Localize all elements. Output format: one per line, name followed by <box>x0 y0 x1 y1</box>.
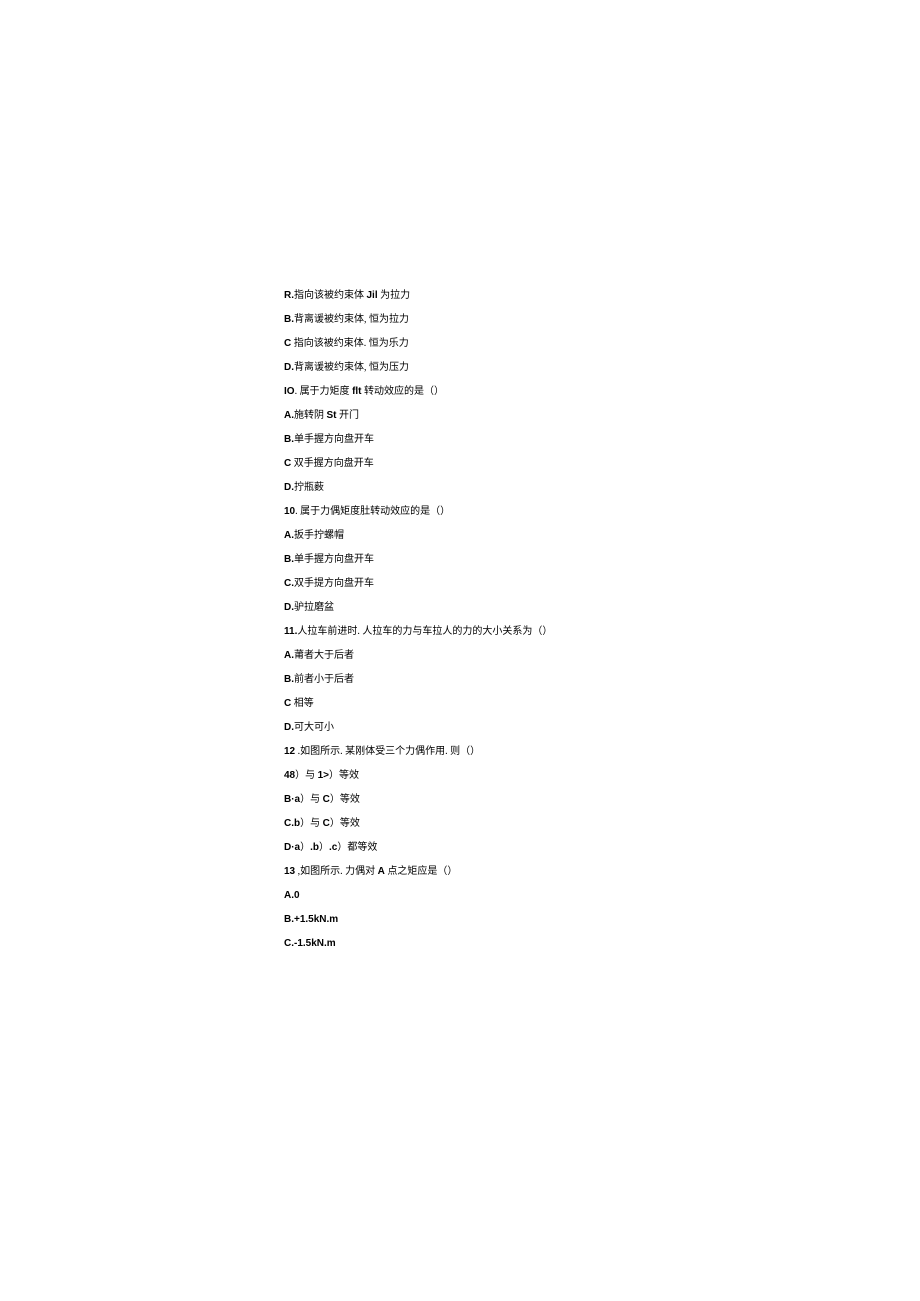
text-line: C.-1.5kN.m <box>284 939 684 949</box>
text-line: C 双手握方向盘开车 <box>284 459 684 469</box>
text-line: D.背离谖被约束体, 恒为压力 <box>284 363 684 373</box>
text-line: B.前者小于后者 <box>284 675 684 685</box>
text-line: 48）与 1>）等效 <box>284 771 684 781</box>
text-line: A.扳手拧螺帽 <box>284 531 684 541</box>
text-line: A.莆者大于后者 <box>284 651 684 661</box>
text-line: B.单手握方向盘开车 <box>284 435 684 445</box>
text-line: B·a）与 C）等效 <box>284 795 684 805</box>
text-line: C.b）与 C）等效 <box>284 819 684 829</box>
text-line: 12 .如图所示. 某刚体受三个力偶作用. 则（） <box>284 747 684 757</box>
text-line: R.指向该被约束体 Jil 为拉力 <box>284 291 684 301</box>
text-line: 13 ,如图所示. 力偶对 A 点之矩应是（） <box>284 867 684 877</box>
text-line: C 相等 <box>284 699 684 709</box>
text-line: IO. 属于力矩度 flt 转动效应的是（） <box>284 387 684 397</box>
text-line: B.背离谖被约束体, 恒为拉力 <box>284 315 684 325</box>
document-content: R.指向该被约束体 Jil 为拉力 B.背离谖被约束体, 恒为拉力 C 指向该被约束… <box>284 291 684 963</box>
text-line: 10. 属于力偶矩度肚转动效应的是（） <box>284 507 684 517</box>
text-line: 11.人拉车前进时. 人拉车的力与车拉人的力的大小关系为（） <box>284 627 684 637</box>
text-line: D·a）.b）.c）都等效 <box>284 843 684 853</box>
text-line: C.双手提方向盘开车 <box>284 579 684 589</box>
text-line: B.+1.5kN.m <box>284 915 684 925</box>
text-line: D.拧瓶薮 <box>284 483 684 493</box>
text-line: A.施转阴 St 开门 <box>284 411 684 421</box>
text-line: D.驴拉磨盆 <box>284 603 684 613</box>
text-line: A.0 <box>284 891 684 901</box>
text-line: B.单手握方向盘开车 <box>284 555 684 565</box>
text-line: D.可大可小 <box>284 723 684 733</box>
text-line: C 指向该被约束体. 恒为乐力 <box>284 339 684 349</box>
